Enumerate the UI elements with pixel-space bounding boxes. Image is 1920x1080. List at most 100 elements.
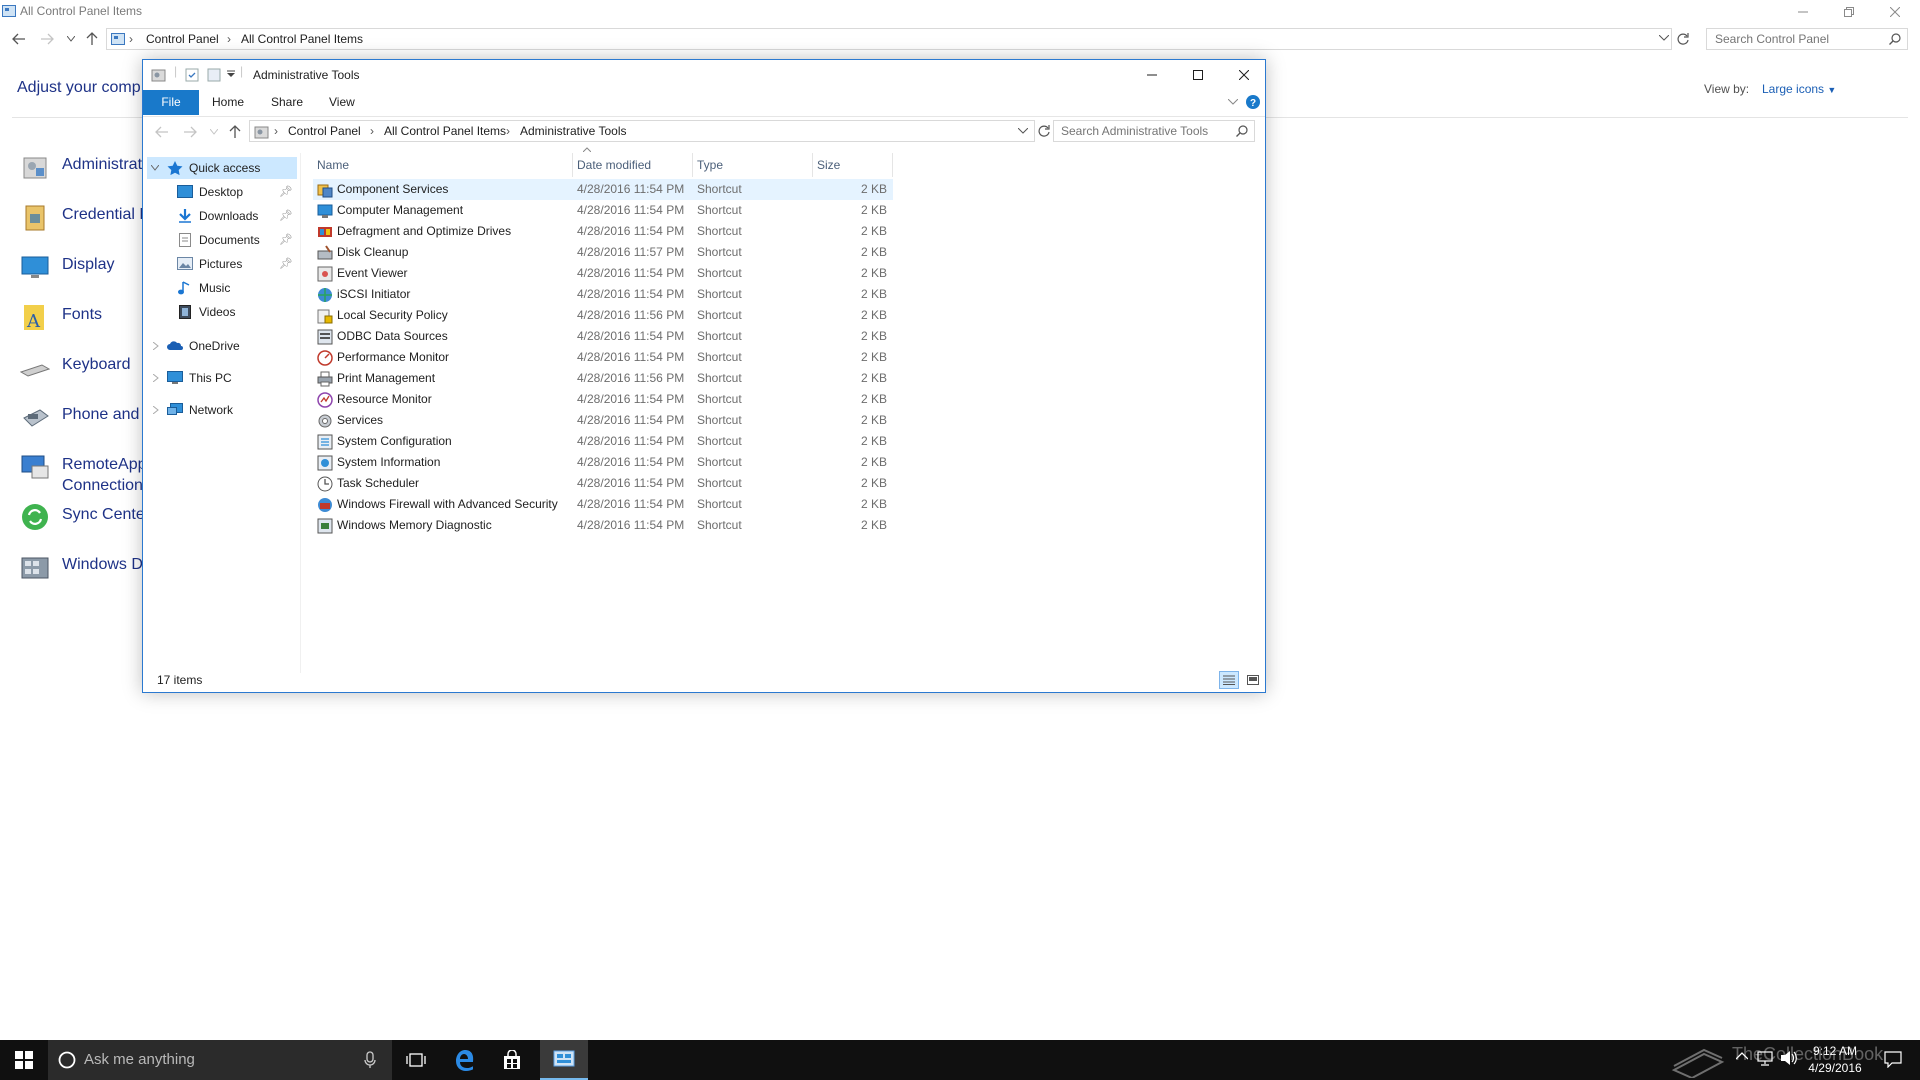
file-row[interactable]: ODBC Data Sources 4/28/2016 11:54 PM Sho… — [313, 326, 893, 347]
cp-item-label[interactable]: Windows D — [62, 556, 143, 574]
file-name[interactable]: iSCSI Initiator — [337, 287, 410, 301]
breadcrumb-control-panel[interactable]: Control Panel — [288, 124, 361, 138]
file-row[interactable]: iSCSI Initiator 4/28/2016 11:54 PM Short… — [313, 284, 893, 305]
cp-item-label[interactable]: Phone and — [62, 406, 139, 424]
file-row[interactable]: Component Services 4/28/2016 11:54 PM Sh… — [313, 179, 893, 200]
minimize-button[interactable] — [1780, 0, 1826, 24]
nav-desktop[interactable]: Desktop 📌︎ — [147, 181, 297, 203]
control-panel-address-bar[interactable]: › Control Panel › All Control Panel Item… — [106, 28, 1672, 50]
breadcrumb-all-items[interactable]: All Control Panel Items — [384, 124, 506, 138]
view-by-dropdown[interactable]: Large icons ▼ — [1762, 82, 1836, 96]
clock-time[interactable]: 9:12 AM — [1790, 1044, 1880, 1058]
action-center-icon[interactable] — [1884, 1050, 1902, 1068]
chevron-down-icon[interactable] — [1659, 35, 1669, 41]
nav-downloads[interactable]: Downloads 📌︎ — [147, 205, 297, 227]
chevron-down-icon[interactable] — [151, 165, 159, 171]
clock-date[interactable]: 4/29/2016 — [1790, 1061, 1880, 1075]
nav-label[interactable]: Pictures — [199, 253, 242, 275]
control-panel-taskbar-button[interactable] — [540, 1040, 588, 1080]
minimize-button[interactable] — [1129, 60, 1175, 90]
breadcrumb-all-items[interactable]: All Control Panel Items — [241, 32, 363, 46]
cp-item-label[interactable]: Fonts — [62, 306, 102, 324]
explorer-search[interactable] — [1053, 120, 1255, 142]
start-button[interactable] — [0, 1040, 48, 1080]
nav-label[interactable]: Quick access — [189, 157, 260, 179]
pin-icon[interactable]: 📌︎ — [279, 205, 293, 227]
file-name[interactable]: Performance Monitor — [337, 350, 449, 364]
control-panel-search[interactable] — [1706, 28, 1908, 50]
file-name[interactable]: Resource Monitor — [337, 392, 432, 406]
nav-label[interactable]: Desktop — [199, 181, 243, 203]
nav-label[interactable]: Network — [189, 399, 233, 421]
new-folder-icon[interactable] — [207, 68, 221, 82]
nav-label[interactable]: Documents — [199, 229, 260, 251]
chevron-down-icon[interactable] — [1018, 128, 1028, 134]
file-row[interactable]: Disk Cleanup 4/28/2016 11:57 PM Shortcut… — [313, 242, 893, 263]
expand-ribbon-icon[interactable] — [1228, 99, 1238, 105]
nav-label[interactable]: Videos — [199, 301, 235, 323]
up-arrow-icon[interactable] — [229, 124, 241, 138]
file-row[interactable]: Performance Monitor 4/28/2016 11:54 PM S… — [313, 347, 893, 368]
file-name[interactable]: Defragment and Optimize Drives — [337, 224, 511, 238]
restore-button[interactable] — [1826, 0, 1872, 24]
edge-button[interactable] — [440, 1040, 488, 1080]
file-name[interactable]: Windows Memory Diagnostic — [337, 518, 492, 532]
chevron-right-icon[interactable] — [153, 342, 159, 350]
nav-label[interactable]: This PC — [189, 367, 232, 389]
pin-icon[interactable]: 📌︎ — [279, 253, 293, 275]
file-name[interactable]: ODBC Data Sources — [337, 329, 448, 343]
file-row[interactable]: System Configuration 4/28/2016 11:54 PM … — [313, 431, 893, 452]
cp-item-label[interactable]: Display — [62, 256, 114, 274]
details-view-button[interactable] — [1219, 671, 1239, 689]
back-arrow-icon[interactable] — [155, 126, 169, 138]
up-arrow-icon[interactable] — [86, 31, 98, 45]
forward-arrow-icon[interactable] — [183, 126, 197, 138]
search-icon[interactable] — [1236, 125, 1248, 137]
nav-videos[interactable]: Videos — [147, 301, 297, 323]
file-row[interactable]: System Information 4/28/2016 11:54 PM Sh… — [313, 452, 893, 473]
refresh-icon[interactable] — [1676, 32, 1690, 46]
nav-label[interactable]: OneDrive — [189, 335, 240, 357]
search-input[interactable] — [1061, 124, 1231, 138]
customize-toolbar-icon[interactable] — [227, 70, 235, 78]
search-input[interactable] — [1715, 32, 1885, 46]
cortana-placeholder[interactable]: Ask me anything — [84, 1051, 195, 1068]
tab-view[interactable]: View — [315, 90, 369, 115]
refresh-icon[interactable] — [1037, 124, 1051, 138]
recent-locations-icon[interactable] — [67, 36, 75, 42]
file-row[interactable]: Windows Memory Diagnostic 4/28/2016 11:5… — [313, 515, 893, 536]
nav-label[interactable]: Music — [199, 277, 230, 299]
chevron-right-icon[interactable] — [153, 406, 159, 414]
file-name[interactable]: Windows Firewall with Advanced Security — [337, 497, 558, 511]
task-view-button[interactable] — [392, 1040, 440, 1080]
nav-label[interactable]: Downloads — [199, 205, 258, 227]
explorer-address-bar[interactable]: › Control Panel › All Control Panel Item… — [249, 120, 1035, 142]
maximize-button[interactable] — [1175, 60, 1221, 90]
cp-item-label[interactable]: Credential M — [62, 206, 153, 224]
file-name[interactable]: Event Viewer — [337, 266, 407, 280]
nav-onedrive[interactable]: OneDrive — [147, 335, 297, 357]
breadcrumb-control-panel[interactable]: Control Panel — [146, 32, 219, 46]
network-tray-icon[interactable] — [1756, 1050, 1774, 1066]
file-name[interactable]: Print Management — [337, 371, 435, 385]
file-name[interactable]: System Information — [337, 455, 440, 469]
nav-quick-access[interactable]: Quick access — [147, 157, 297, 179]
nav-music[interactable]: Music — [147, 277, 297, 299]
file-name[interactable]: Services — [337, 413, 383, 427]
forward-arrow-icon[interactable] — [40, 33, 54, 45]
file-name[interactable]: Disk Cleanup — [337, 245, 408, 259]
close-button[interactable] — [1872, 0, 1918, 24]
properties-icon[interactable] — [185, 68, 199, 82]
file-name[interactable]: Local Security Policy — [337, 308, 448, 322]
cp-item-label[interactable]: Keyboard — [62, 356, 131, 374]
column-header-name[interactable]: Name — [313, 153, 573, 177]
cp-item-label[interactable]: Sync Center — [62, 506, 150, 524]
nav-network[interactable]: Network — [147, 399, 297, 421]
pin-icon[interactable]: 📌︎ — [279, 229, 293, 251]
file-row[interactable]: Computer Management 4/28/2016 11:54 PM S… — [313, 200, 893, 221]
close-button[interactable] — [1221, 60, 1267, 90]
file-row[interactable]: Event Viewer 4/28/2016 11:54 PM Shortcut… — [313, 263, 893, 284]
file-row[interactable]: Services 4/28/2016 11:54 PM Shortcut 2 K… — [313, 410, 893, 431]
store-button[interactable] — [488, 1040, 536, 1080]
file-row[interactable]: Resource Monitor 4/28/2016 11:54 PM Shor… — [313, 389, 893, 410]
